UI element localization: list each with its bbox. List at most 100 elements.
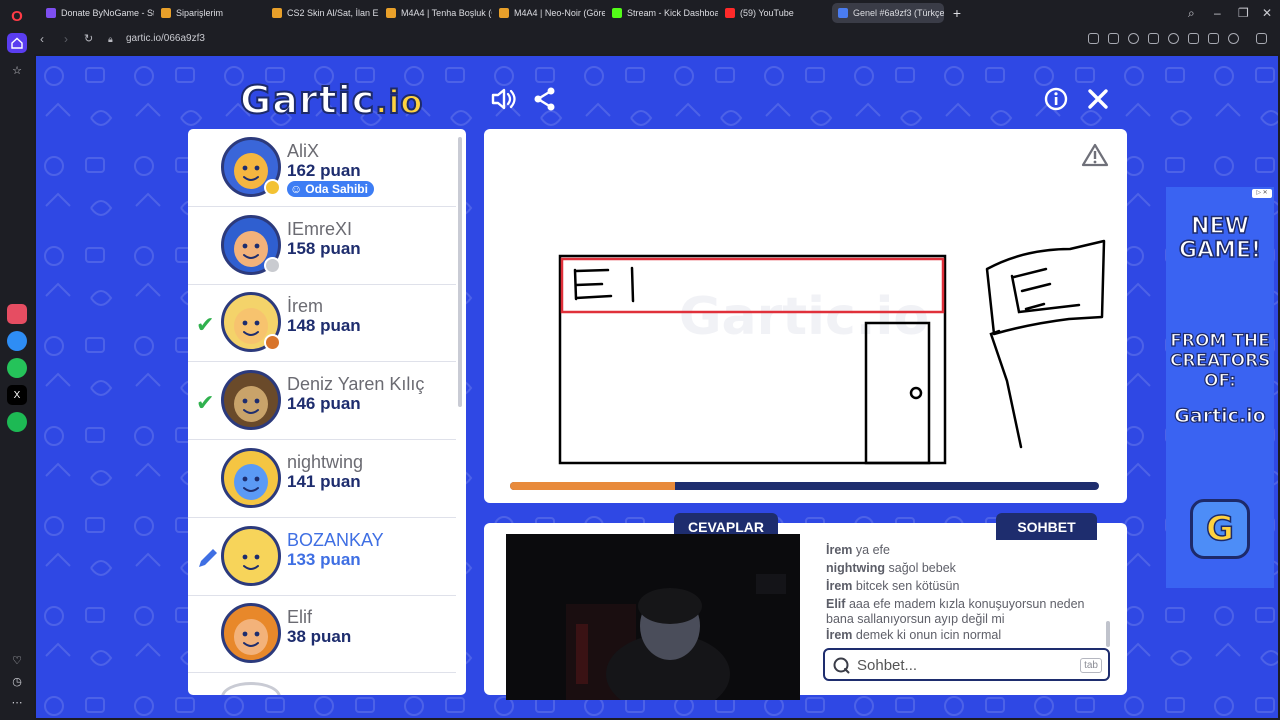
tab-favicon-icon	[386, 8, 396, 18]
extensions-icon[interactable]	[1256, 33, 1267, 44]
history-icon[interactable]: ◷	[7, 671, 27, 691]
avatar-face-icon	[234, 463, 268, 500]
opera-logo-icon[interactable]: O	[7, 6, 27, 26]
search-tabs-icon[interactable]: ⌕	[1188, 6, 1195, 21]
browser-tab[interactable]: Stream - Kick Dashboard	[606, 3, 718, 23]
aria-icon[interactable]	[7, 304, 27, 324]
chat-text: aaa efe madem kızla konuşuyorsun neden b…	[826, 597, 1085, 626]
player-icon[interactable]	[1148, 33, 1159, 44]
tab-chat[interactable]: SOHBET	[996, 513, 1097, 540]
star-icon[interactable]: ☆	[7, 60, 27, 80]
edit-icon[interactable]	[1088, 33, 1099, 44]
ad-badge[interactable]: ▷ ✕	[1252, 189, 1272, 198]
player-name: IEmreXI	[287, 218, 353, 239]
browser-tab[interactable]: (59) YouTube	[719, 3, 831, 23]
ad-game-button[interactable]: G	[1190, 499, 1250, 559]
player-row[interactable]: ✔ Deniz Yaren Kılıç 146 puan	[188, 362, 456, 441]
player-score: 133 puan	[287, 549, 361, 569]
player-row[interactable]: ✔ İrem 148 puan	[188, 284, 456, 363]
webcam-feed	[506, 534, 800, 700]
new-tab-button[interactable]: +	[948, 3, 966, 23]
browser-tab[interactable]: M4A4 | Tenha Boşluk (Gör	[380, 3, 492, 23]
status-dot	[264, 179, 281, 196]
chat-user: İrem	[826, 628, 853, 642]
player-name: Deniz Yaren Kılıç	[287, 374, 425, 395]
browser-tab[interactable]: CS2 Skin Al/Sat, İlan Ekle	[266, 3, 379, 23]
sound-icon[interactable]	[488, 84, 518, 114]
avatar[interactable]	[221, 447, 281, 508]
avatar-face-icon	[234, 619, 268, 656]
ad-subtitle: FROM THE CREATORS OF:	[1169, 330, 1271, 391]
more-icon[interactable]: ⋯	[7, 692, 27, 712]
x-twitter-icon[interactable]: X	[7, 385, 27, 405]
player-row[interactable]: AliX 162 puan ☺ Oda Sahibi	[188, 129, 456, 207]
maximize-icon[interactable]: ❐	[1238, 6, 1249, 20]
logo-text: Gartic	[239, 77, 376, 123]
browser-tab[interactable]: M4A4 | Neo-Noir (Görevd	[493, 3, 605, 23]
tab-title: CS2 Skin Al/Sat, İlan Ekle	[287, 8, 379, 18]
tab-favicon-icon	[612, 8, 622, 18]
player-row[interactable]: BOZANKAY 133 puan	[188, 518, 456, 596]
info-icon[interactable]	[1041, 84, 1071, 114]
home-icon[interactable]	[7, 33, 27, 53]
round-progress-fill	[510, 482, 675, 490]
share-icon[interactable]	[530, 84, 560, 114]
chat-input[interactable]	[857, 655, 1077, 675]
avatar[interactable]	[221, 370, 281, 431]
webcam-overlay	[506, 534, 800, 700]
drawing-pencil-icon	[199, 548, 217, 567]
camera-icon[interactable]	[1108, 33, 1119, 44]
back-icon[interactable]: ‹	[40, 32, 44, 46]
player-row[interactable]: nightwing 141 puan	[188, 440, 456, 518]
canvas-watermark: Gartic.io	[679, 287, 929, 347]
browser-tab[interactable]: Siparişlerim	[155, 3, 265, 23]
profile-icon[interactable]	[1228, 33, 1239, 44]
url-field[interactable]: gartic.io/066a9zf3	[126, 33, 205, 44]
gartic-logo[interactable]: Gartic.io	[239, 77, 424, 123]
player-name: AliX	[287, 141, 320, 161]
avatar[interactable]	[221, 603, 281, 664]
close-window-icon[interactable]: ✕	[1262, 6, 1272, 20]
forward-icon[interactable]: ›	[64, 32, 68, 46]
player-row[interactable]: IEmreXI 158 puan	[188, 207, 456, 285]
player-row[interactable]: Elif 38 puan	[188, 595, 456, 674]
download-icon[interactable]	[1188, 33, 1199, 44]
players-scrollbar[interactable]	[458, 137, 462, 407]
heart-icon[interactable]: ♡	[7, 650, 27, 670]
reload-icon[interactable]: ↻	[84, 32, 93, 45]
drawing-canvas[interactable]: Gartic.io	[484, 129, 1127, 503]
avatar-face-icon	[234, 541, 268, 578]
messenger-icon[interactable]	[7, 331, 27, 351]
spotify-icon[interactable]	[7, 412, 27, 432]
address-bar: ‹ › ↻ 🔒︎ gartic.io/066a9zf3	[34, 26, 1280, 54]
ad-banner[interactable]: ▷ ✕ NEW GAME! FROM THE CREATORS OF: Gart…	[1166, 187, 1274, 588]
tab-title: Genel #6a9zf3 (Türkçe) -	[853, 8, 944, 18]
ad-button-letter: G	[1205, 508, 1234, 550]
browser-tab-active[interactable]: Genel #6a9zf3 (Türkçe) -	[832, 3, 944, 23]
avatar-face-icon	[234, 386, 268, 423]
tab-favicon-icon	[838, 8, 848, 18]
minimize-icon[interactable]: –	[1214, 6, 1221, 20]
favorite-icon[interactable]	[1168, 33, 1179, 44]
avatar	[221, 682, 281, 695]
chat-user: Elif	[826, 597, 846, 611]
chat-input-box[interactable]: tab	[823, 648, 1110, 681]
tab-favicon-icon	[499, 8, 509, 18]
browser-tab[interactable]: Donate ByNoGame - Stre	[40, 3, 154, 23]
player-name: İrem	[287, 296, 323, 317]
whatsapp-icon[interactable]	[7, 358, 27, 378]
ad-brand: Gartic.io	[1174, 404, 1267, 427]
tab-title: Donate ByNoGame - Stre	[61, 8, 154, 18]
logo-suffix: .io	[374, 82, 424, 122]
close-icon[interactable]	[1083, 84, 1113, 114]
round-progress-bar	[510, 482, 1099, 490]
chat-user: nightwing	[826, 561, 886, 575]
shield-icon[interactable]	[1128, 33, 1139, 44]
tab-key-hint: tab	[1080, 658, 1102, 673]
chat-scrollbar[interactable]	[1106, 621, 1110, 647]
crown-icon: ☺	[290, 182, 303, 196]
avatar[interactable]	[221, 525, 281, 586]
player-score: 158 puan	[287, 238, 361, 258]
menu-icon[interactable]	[1208, 33, 1219, 44]
chat-text: ya efe	[855, 543, 890, 557]
